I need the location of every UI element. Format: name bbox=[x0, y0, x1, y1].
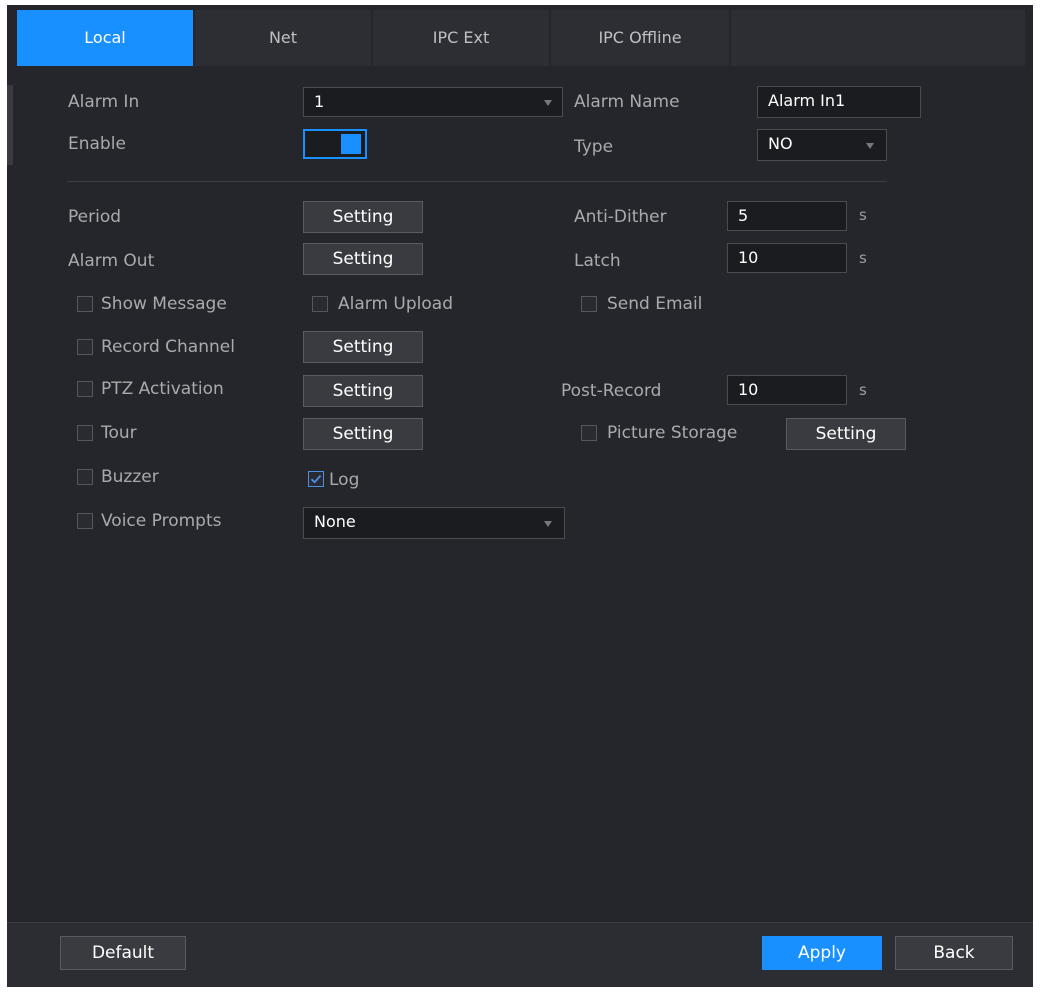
type-value: NO bbox=[768, 134, 793, 153]
period-label: Period bbox=[68, 207, 122, 227]
latch-label: Latch bbox=[574, 251, 621, 271]
log-checkbox[interactable] bbox=[308, 471, 324, 487]
alarm-upload-label: Alarm Upload bbox=[338, 294, 453, 314]
show-message-label: Show Message bbox=[101, 294, 227, 314]
post-record-input[interactable]: 10 bbox=[727, 375, 847, 405]
alarm-in-label: Alarm In bbox=[68, 92, 140, 112]
voice-prompts-select[interactable]: None bbox=[303, 507, 565, 539]
enable-label: Enable bbox=[68, 134, 126, 154]
chevron-down-icon bbox=[866, 143, 874, 149]
chevron-down-icon bbox=[544, 100, 552, 106]
anti-dither-input[interactable]: 5 bbox=[727, 201, 847, 231]
record-channel-checkbox[interactable] bbox=[77, 339, 93, 355]
anti-dither-unit: s bbox=[859, 206, 867, 224]
voice-prompts-label: Voice Prompts bbox=[101, 511, 222, 531]
checkmark-icon bbox=[310, 475, 322, 484]
tab-ipc-offline[interactable]: IPC Offline bbox=[551, 10, 729, 66]
record-channel-label: Record Channel bbox=[101, 337, 235, 357]
log-label: Log bbox=[329, 470, 360, 490]
tab-local[interactable]: Local bbox=[17, 10, 193, 66]
alarm-name-input[interactable]: Alarm In1 bbox=[757, 86, 921, 118]
send-email-label: Send Email bbox=[607, 294, 703, 314]
post-record-label: Post-Record bbox=[561, 381, 662, 401]
buzzer-checkbox[interactable] bbox=[77, 469, 93, 485]
show-message-checkbox[interactable] bbox=[77, 296, 93, 312]
picture-storage-setting-button[interactable]: Setting bbox=[786, 418, 906, 450]
alarm-out-setting-button[interactable]: Setting bbox=[303, 243, 423, 275]
toggle-knob bbox=[341, 134, 361, 154]
chevron-down-icon bbox=[544, 521, 552, 527]
tab-bar-filler bbox=[731, 10, 1025, 66]
default-button[interactable]: Default bbox=[60, 936, 186, 970]
alarm-name-label: Alarm Name bbox=[574, 92, 680, 112]
tour-setting-button[interactable]: Setting bbox=[303, 418, 423, 450]
latch-input[interactable]: 10 bbox=[727, 243, 847, 273]
panel-edge bbox=[7, 85, 13, 165]
apply-button[interactable]: Apply bbox=[762, 936, 882, 970]
alarm-upload-checkbox[interactable] bbox=[312, 296, 328, 312]
enable-toggle[interactable] bbox=[303, 129, 367, 159]
tour-label: Tour bbox=[101, 423, 137, 443]
footer-bar: Default Apply Back bbox=[7, 922, 1033, 987]
picture-storage-checkbox[interactable] bbox=[581, 425, 597, 441]
type-select[interactable]: NO bbox=[757, 129, 887, 161]
tour-checkbox[interactable] bbox=[77, 425, 93, 441]
alarm-in-value: 1 bbox=[314, 92, 325, 111]
type-label: Type bbox=[574, 137, 614, 157]
post-record-unit: s bbox=[859, 381, 867, 399]
voice-prompts-checkbox[interactable] bbox=[77, 513, 93, 529]
latch-unit: s bbox=[859, 249, 867, 267]
ptz-activation-label: PTZ Activation bbox=[101, 379, 224, 399]
ptz-activation-setting-button[interactable]: Setting bbox=[303, 375, 423, 407]
buzzer-label: Buzzer bbox=[101, 467, 159, 487]
voice-prompts-value: None bbox=[314, 512, 356, 531]
back-button[interactable]: Back bbox=[895, 936, 1013, 970]
record-channel-setting-button[interactable]: Setting bbox=[303, 331, 423, 363]
alarm-settings-panel: Local Net IPC Ext IPC Offline Alarm In 1… bbox=[7, 5, 1033, 987]
tab-net[interactable]: Net bbox=[195, 10, 371, 66]
period-setting-button[interactable]: Setting bbox=[303, 201, 423, 233]
alarm-in-select[interactable]: 1 bbox=[303, 87, 563, 117]
ptz-activation-checkbox[interactable] bbox=[77, 381, 93, 397]
alarm-out-label: Alarm Out bbox=[68, 251, 155, 271]
section-divider bbox=[67, 181, 887, 182]
anti-dither-label: Anti-Dither bbox=[574, 207, 667, 227]
tab-ipc-ext[interactable]: IPC Ext bbox=[373, 10, 549, 66]
picture-storage-label: Picture Storage bbox=[607, 423, 738, 443]
send-email-checkbox[interactable] bbox=[581, 296, 597, 312]
